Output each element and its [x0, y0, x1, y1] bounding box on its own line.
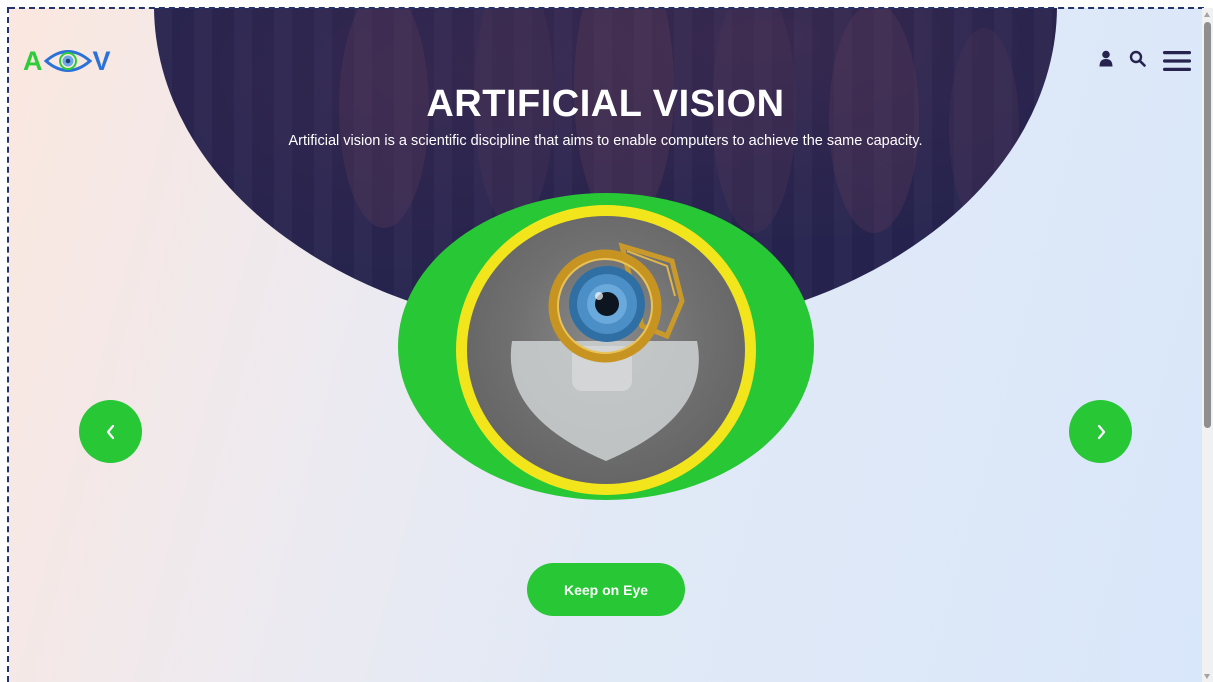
chevron-right-icon — [1097, 424, 1105, 439]
search-icon[interactable] — [1129, 50, 1146, 67]
scroll-up-arrow-icon[interactable] — [1204, 12, 1210, 17]
hamburger-menu-icon[interactable] — [1162, 50, 1192, 72]
browser-viewport: ARTIFICIAL VISION Artificial vision is a… — [0, 0, 1213, 682]
keep-on-eye-button[interactable]: Keep on Eye — [527, 563, 685, 616]
scrollbar-thumb[interactable] — [1204, 22, 1211, 428]
carousel-next-button[interactable] — [1069, 400, 1132, 463]
page-border-top — [9, 7, 1204, 9]
logo-letter-v: V — [92, 45, 111, 76]
logo-letter-a: A — [23, 45, 43, 76]
eye-icon — [43, 50, 92, 72]
scroll-down-arrow-icon[interactable] — [1204, 674, 1210, 679]
hero-subtitle: Artificial vision is a scientific discip… — [288, 133, 923, 149]
vertical-scrollbar[interactable] — [1202, 8, 1213, 682]
bionic-eye-implant-image — [467, 216, 745, 484]
hero-title: ARTIFICIAL VISION — [426, 83, 785, 125]
landing-page: ARTIFICIAL VISION Artificial vision is a… — [9, 8, 1202, 682]
user-icon[interactable] — [1099, 50, 1113, 67]
carousel-prev-button[interactable] — [79, 400, 142, 463]
site-logo[interactable]: A V — [23, 44, 118, 78]
chevron-left-icon — [106, 424, 114, 439]
page-border-left — [7, 7, 9, 682]
